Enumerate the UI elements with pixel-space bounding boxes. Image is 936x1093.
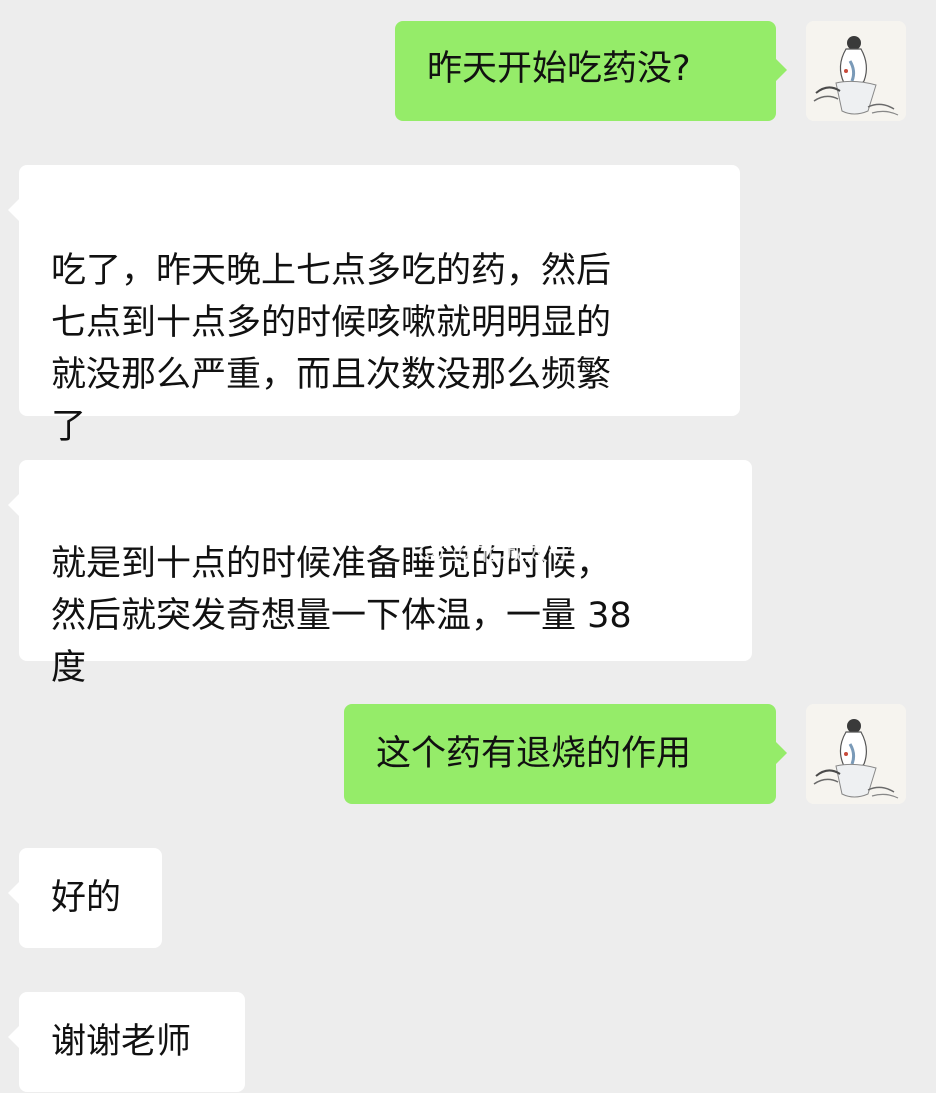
ink-painting-avatar-icon: [806, 704, 906, 804]
message-text: 吃了，昨天晚上七点多吃的药，然后 七点到十点多的时候咳嗽就明明显的 就没那么严重…: [51, 251, 612, 447]
self-avatar[interactable]: [806, 21, 906, 121]
message-text: 就是到十点的时候准备睡觉的时候， 然后就突发奇想量一下体温，一量 38 度: [51, 544, 632, 688]
incoming-message-bubble[interactable]: 就是到十点的时候准备睡觉的时候， 然后就突发奇想量一下体温，一量 38 度: [8, 460, 752, 688]
message-text: 好的: [51, 878, 122, 918]
message-text: 这个药有退烧的作用: [376, 734, 692, 774]
outgoing-message-bubble[interactable]: 这个药有退烧的作用: [344, 704, 787, 804]
incoming-message-bubble[interactable]: 吃了，昨天晚上七点多吃的药，然后 七点到十点多的时候咳嗽就明明显的 就没那么严重…: [8, 165, 740, 447]
message-text: 谢谢老师: [51, 1022, 192, 1062]
incoming-message-bubble[interactable]: 好的: [8, 848, 162, 948]
message-text: 昨天开始吃药没?: [427, 49, 691, 89]
self-avatar[interactable]: [806, 704, 906, 804]
outgoing-message-bubble[interactable]: 昨天开始吃药没?: [395, 21, 787, 121]
incoming-message-bubble[interactable]: 谢谢老师: [8, 992, 245, 1092]
ink-painting-avatar-icon: [806, 21, 906, 121]
